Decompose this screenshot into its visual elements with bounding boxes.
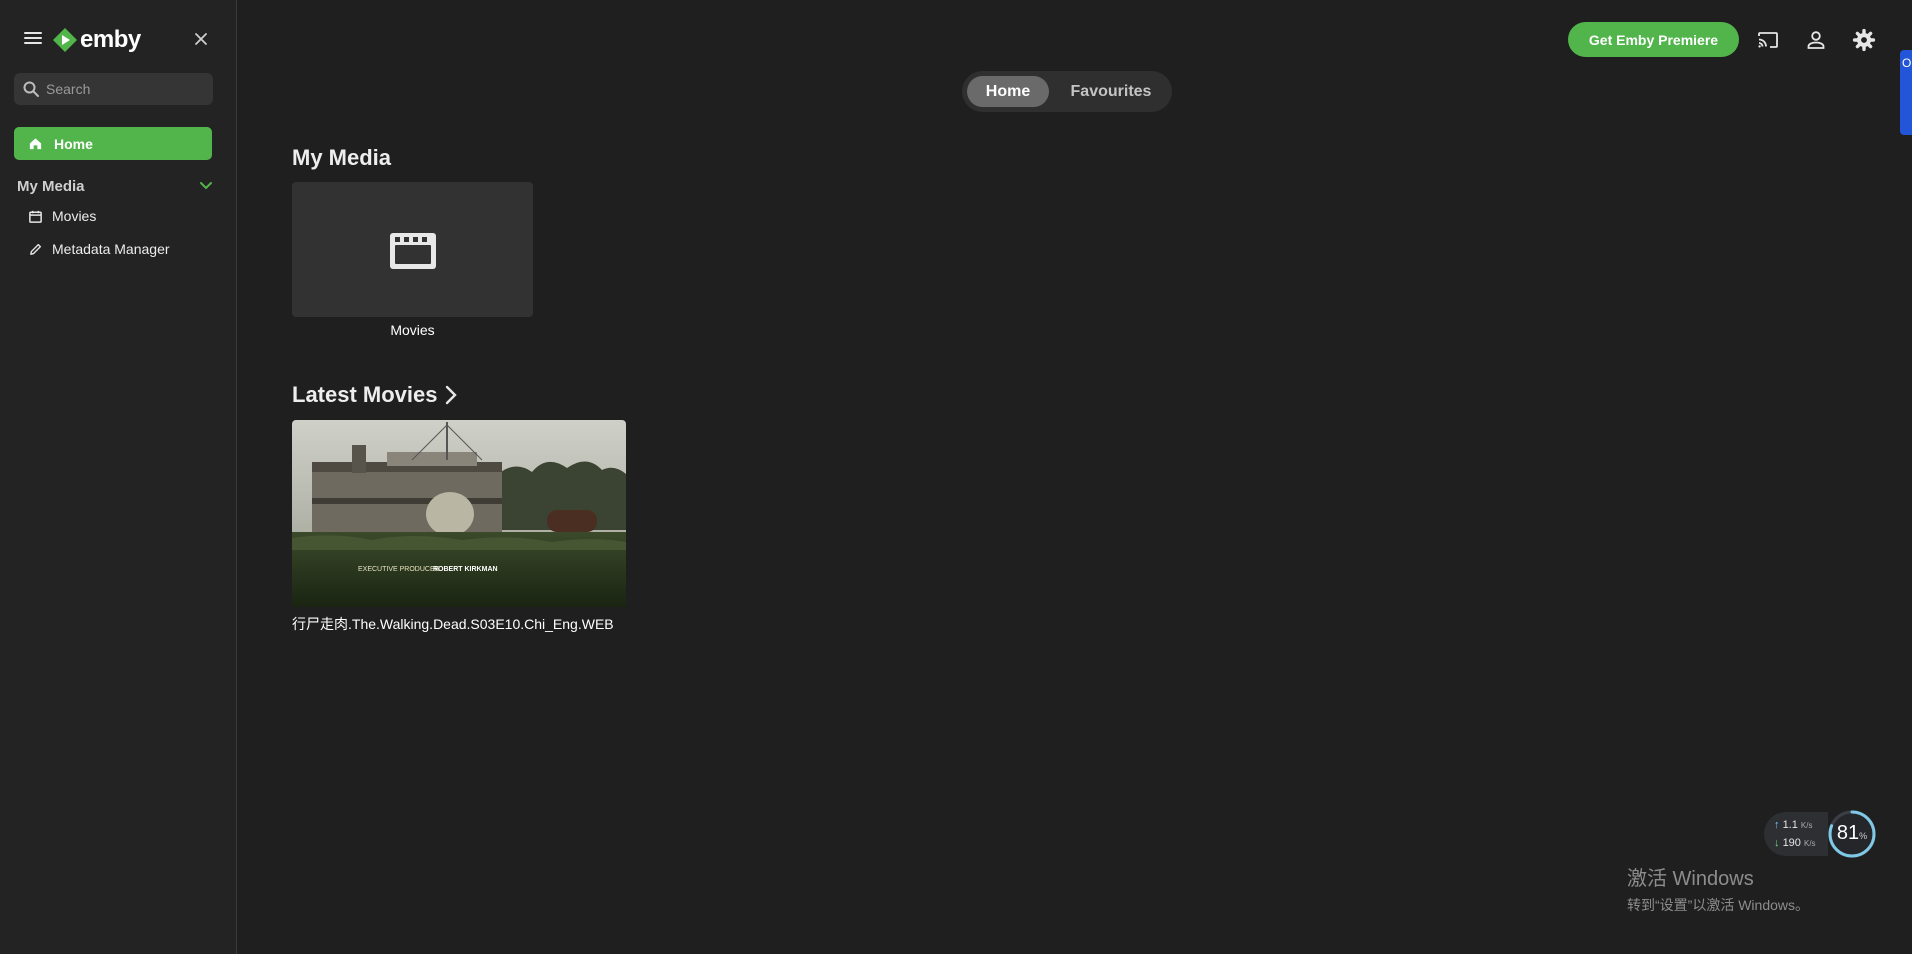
library-label: Movies bbox=[390, 322, 435, 338]
emby-logo[interactable]: emby bbox=[52, 26, 141, 54]
calendar-icon bbox=[29, 210, 42, 223]
app-root: emby Home My Media bbox=[0, 0, 1912, 954]
upload-speed: ↑ 1.1 K/s bbox=[1774, 819, 1812, 831]
clapperboard-icon bbox=[389, 232, 436, 269]
library-card-movies[interactable] bbox=[292, 182, 533, 317]
poster-credit-right: ROBERT KIRKMAN bbox=[433, 566, 498, 573]
poster-credit-left: EXECUTIVE PRODUCER bbox=[358, 566, 440, 573]
emby-logo-icon bbox=[53, 28, 77, 52]
logo-text: emby bbox=[80, 26, 141, 53]
poster-image: EXECUTIVE PRODUCER ROBERT KIRKMAN bbox=[292, 420, 626, 607]
upload-unit: K/s bbox=[1800, 821, 1813, 830]
chevron-right-icon bbox=[445, 385, 457, 405]
movie-poster[interactable]: EXECUTIVE PRODUCER ROBERT KIRKMAN bbox=[292, 420, 626, 607]
sidebar-item-metadata-manager[interactable]: Metadata Manager bbox=[28, 238, 170, 260]
sidebar-header: emby bbox=[0, 22, 237, 56]
download-speed: ↓ 190 K/s bbox=[1774, 837, 1816, 849]
search-icon bbox=[23, 81, 39, 97]
view-tabs: Home Favourites bbox=[962, 71, 1172, 112]
latest-movies-header[interactable]: Latest Movies bbox=[292, 382, 458, 408]
sidebar-item-label: Movies bbox=[52, 208, 97, 224]
network-speed-widget[interactable]: ↑ 1.1 K/s ↓ 190 K/s 81% bbox=[1764, 808, 1880, 858]
my-media-section-toggle[interactable]: My Media bbox=[17, 176, 213, 196]
menu-icon[interactable] bbox=[24, 32, 42, 46]
my-media-title: My Media bbox=[292, 145, 392, 170]
user-icon[interactable] bbox=[1804, 28, 1828, 52]
speed-pill: ↑ 1.1 K/s ↓ 190 K/s bbox=[1764, 812, 1828, 856]
watermark-subtitle: 转到“设置”以激活 Windows。 bbox=[1627, 897, 1810, 913]
download-arrow-icon: ↓ bbox=[1774, 837, 1780, 849]
latest-movies-title: Latest Movies bbox=[292, 382, 438, 407]
sidebar-item-label: Home bbox=[54, 135, 93, 152]
download-unit: K/s bbox=[1803, 839, 1816, 848]
edge-badge-text: O bbox=[1902, 56, 1912, 70]
sidebar-item-home[interactable]: Home bbox=[14, 127, 212, 160]
download-value: 190 bbox=[1782, 837, 1801, 849]
search-box[interactable] bbox=[14, 73, 213, 105]
sidebar: emby Home My Media bbox=[0, 0, 237, 954]
chevron-down-icon bbox=[200, 182, 212, 190]
cast-icon[interactable] bbox=[1756, 28, 1780, 52]
settings-gear-icon[interactable] bbox=[1852, 28, 1876, 52]
get-premiere-button[interactable]: Get Emby Premiere bbox=[1568, 22, 1739, 57]
watermark-title: 激活 Windows bbox=[1627, 868, 1754, 890]
gauge-percent: 81 bbox=[1836, 822, 1860, 844]
gauge-percent-unit: % bbox=[1859, 831, 1868, 841]
movie-title[interactable]: 行尸走肉.The.Walking.Dead.S03E10.Chi_Eng.WEB bbox=[292, 614, 626, 634]
percent-gauge: 81% bbox=[1826, 808, 1878, 860]
sidebar-item-movies[interactable]: Movies bbox=[28, 205, 96, 227]
section-title: My Media bbox=[17, 177, 85, 195]
close-icon[interactable] bbox=[191, 29, 211, 49]
sidebar-item-label: Metadata Manager bbox=[52, 241, 170, 257]
gauge-value: 81% bbox=[1826, 822, 1878, 845]
tab-favourites[interactable]: Favourites bbox=[1056, 76, 1166, 107]
windows-activation-watermark: 激活 Windows 转到“设置”以激活 Windows。 bbox=[1627, 862, 1809, 915]
search-input[interactable] bbox=[46, 81, 206, 97]
upload-value: 1.1 bbox=[1782, 819, 1798, 831]
upload-arrow-icon: ↑ bbox=[1774, 819, 1780, 831]
home-icon bbox=[29, 138, 42, 150]
pencil-icon bbox=[30, 243, 42, 255]
tab-home[interactable]: Home bbox=[967, 76, 1049, 107]
